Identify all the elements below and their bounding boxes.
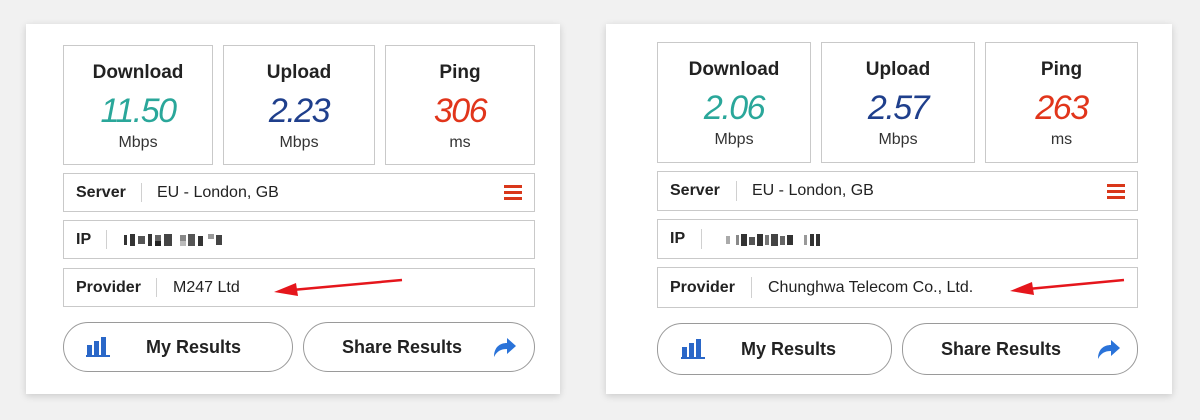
ip-address-pixelated xyxy=(726,233,846,247)
ping-value: 263 xyxy=(1035,89,1089,127)
ping-label: Ping xyxy=(1040,59,1083,80)
upload-metric: Upload 2.23 Mbps xyxy=(223,45,375,165)
provider-value: Chunghwa Telecom Co., Ltd. xyxy=(768,278,974,296)
annotation-arrow xyxy=(274,278,403,296)
share-arrow-icon xyxy=(1098,340,1120,359)
provider-label: Provider xyxy=(670,278,735,296)
upload-unit: Mbps xyxy=(878,131,918,148)
my-results-label: My Results xyxy=(146,336,242,357)
my-results-button[interactable]: My Results xyxy=(657,323,892,375)
share-arrow-icon xyxy=(494,338,516,357)
ping-unit: ms xyxy=(1050,131,1073,148)
hamburger-menu-icon[interactable] xyxy=(1107,184,1125,199)
bar-chart-icon xyxy=(86,337,110,357)
ping-label: Ping xyxy=(439,62,481,83)
speedtest-panel-right: Download 2.06 Mbps Upload 2.57 Mbps Ping… xyxy=(606,24,1172,394)
provider-label: Provider xyxy=(76,278,141,296)
share-results-label: Share Results xyxy=(941,338,1062,359)
server-value: EU - London, GB xyxy=(752,182,874,199)
ip-label: IP xyxy=(670,230,686,247)
ping-value: 306 xyxy=(433,92,488,130)
download-unit: Mbps xyxy=(714,131,754,148)
ip-row: IP xyxy=(657,219,1138,259)
provider-value: M247 Ltd xyxy=(173,278,240,296)
bar-chart-icon xyxy=(681,339,705,359)
row-divider xyxy=(106,230,107,249)
server-row: Server EU - London, GB xyxy=(63,173,535,212)
my-results-label: My Results xyxy=(741,338,837,359)
share-results-label: Share Results xyxy=(342,336,463,357)
download-value: 11.50 xyxy=(100,92,177,130)
download-metric: Download 2.06 Mbps xyxy=(657,42,811,163)
ping-metric: Ping 306 ms xyxy=(385,45,535,165)
download-unit: Mbps xyxy=(118,134,158,151)
share-results-button[interactable]: Share Results xyxy=(303,322,535,372)
row-divider xyxy=(736,181,737,201)
row-divider xyxy=(141,183,142,202)
ip-row: IP xyxy=(63,220,535,259)
upload-unit: Mbps xyxy=(279,134,319,151)
hamburger-menu-icon[interactable] xyxy=(504,185,522,200)
ip-label: IP xyxy=(76,230,92,248)
row-divider xyxy=(701,229,702,249)
speedtest-panel-left: Download 11.50 Mbps Upload 2.23 Mbps Pin… xyxy=(26,24,560,394)
upload-value: 2.57 xyxy=(867,89,930,127)
server-label: Server xyxy=(670,182,720,199)
download-label: Download xyxy=(92,62,184,83)
ping-unit: ms xyxy=(449,134,471,151)
upload-label: Upload xyxy=(266,62,332,83)
download-label: Download xyxy=(688,59,780,80)
ping-metric: Ping 263 ms xyxy=(985,42,1138,163)
my-results-button[interactable]: My Results xyxy=(63,322,293,372)
server-value: EU - London, GB xyxy=(157,183,279,201)
annotation-arrow xyxy=(1010,278,1125,295)
row-divider xyxy=(156,278,157,297)
download-metric: Download 11.50 Mbps xyxy=(63,45,213,165)
download-value: 2.06 xyxy=(703,89,766,127)
upload-value: 2.23 xyxy=(268,92,331,130)
ip-address-pixelated xyxy=(124,233,234,247)
server-label: Server xyxy=(76,183,126,201)
row-divider xyxy=(751,277,752,298)
upload-metric: Upload 2.57 Mbps xyxy=(821,42,975,163)
upload-label: Upload xyxy=(865,59,931,80)
share-results-button[interactable]: Share Results xyxy=(902,323,1138,375)
server-row: Server EU - London, GB xyxy=(657,171,1138,211)
